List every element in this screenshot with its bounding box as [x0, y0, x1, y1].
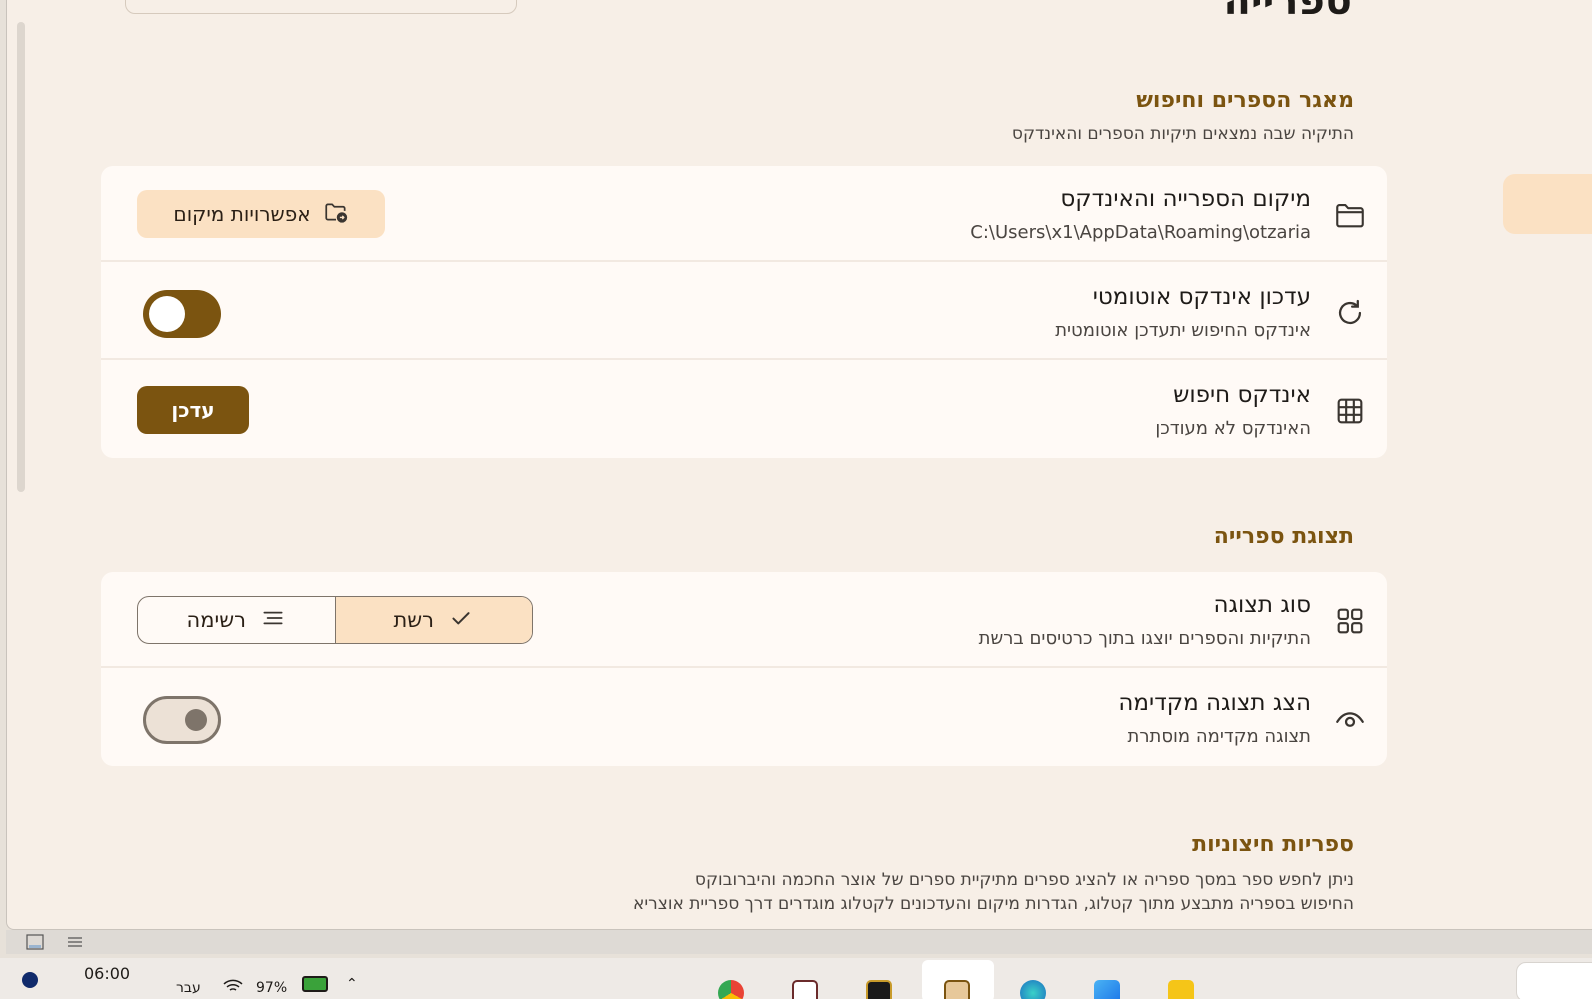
section-subtitle-library: התיקיה שבה נמצאים תיקיות הספרים והאינדקס	[1011, 124, 1354, 144]
setting-row-auto-index: עדכון אינדקס אוטומטי אינדקס החיפוש יתעדכ…	[101, 264, 1387, 360]
view-option-list-label: רשימה	[186, 608, 246, 632]
external-description-line1: ניתן לחפש ספר במסך ספריה או להציג ספרים …	[694, 870, 1354, 890]
library-settings-card: מיקום הספרייה והאינדקס C:\Users\x1\AppDa…	[101, 166, 1387, 458]
wifi-icon[interactable]	[222, 976, 244, 994]
update-index-button[interactable]: עדכן	[137, 386, 249, 434]
page-title: ספרייה	[1223, 0, 1352, 24]
user-avatar-icon[interactable]	[22, 972, 38, 988]
section-title-library: מאגר הספרים וחיפוש	[1136, 88, 1354, 113]
setting-subtitle: תצוגה מקדימה מוסתרת	[1127, 726, 1312, 747]
setting-row-location: מיקום הספרייה והאינדקס C:\Users\x1\AppDa…	[101, 166, 1387, 262]
list-icon	[260, 605, 286, 636]
view-option-grid[interactable]: רשת	[334, 597, 532, 643]
app-window: ספרייה מאגר הספרים וחיפוש התיקיה שבה נמצ…	[6, 0, 1592, 930]
scrollbar[interactable]	[17, 22, 25, 492]
folder-icon	[1333, 198, 1367, 232]
check-icon	[448, 605, 474, 636]
chrome-icon[interactable]	[718, 980, 744, 999]
location-options-label: אפשרויות מיקום	[173, 202, 311, 226]
app-icon-blue[interactable]	[1094, 980, 1120, 999]
setting-title: הצג תצוגה מקדימה	[1118, 690, 1311, 716]
refresh-icon	[1333, 296, 1367, 330]
toggle-knob	[185, 709, 207, 731]
toggle-knob	[149, 296, 185, 332]
setting-title: אינדקס חיפוש	[1173, 382, 1311, 408]
setting-subtitle: אינדקס החיפוש יתעדכן אוטומטית	[1055, 320, 1311, 341]
section-title-display: תצוגת ספרייה	[1213, 524, 1354, 549]
preview-toggle[interactable]	[143, 696, 221, 744]
battery-percent[interactable]: 97%	[256, 980, 287, 996]
setting-title: עדכון אינדקס אוטומטי	[1092, 284, 1311, 310]
taskbar-widget[interactable]	[1516, 962, 1592, 999]
section-title-external: ספריות חיצוניות	[1192, 832, 1354, 857]
page-view-icon[interactable]	[26, 934, 44, 950]
os-taskbar: 06:00 עבר 97% ⌃	[0, 958, 1592, 999]
otzaria-app-icon[interactable]	[944, 980, 970, 999]
setting-row-preview: הצג תצוגה מקדימה תצוגה מקדימה מוסתרת	[101, 670, 1387, 766]
setting-subtitle: התיקיות והספרים יוצגו בתוך כרטיסים ברשת	[978, 628, 1311, 649]
location-options-button[interactable]: אפשרויות מיקום	[137, 190, 385, 238]
auto-index-toggle[interactable]	[143, 290, 221, 338]
view-option-grid-label: רשת	[393, 608, 435, 632]
library-app-icon[interactable]	[866, 980, 892, 999]
edge-icon[interactable]	[1020, 980, 1046, 999]
chevron-up-icon[interactable]: ⌃	[346, 976, 358, 992]
view-option-list[interactable]: רשימה	[138, 597, 335, 643]
folder-settings-icon	[323, 199, 349, 230]
library-path: C:\Users\x1\AppData\Roaming\otzaria	[970, 222, 1311, 243]
view-type-segmented-control: רשימה רשת	[137, 596, 533, 644]
grid-view-icon	[1333, 604, 1367, 638]
setting-row-search-index: אינדקס חיפוש האינדקס לא מעודכן עדכן	[101, 362, 1387, 458]
language-indicator[interactable]: עבר	[176, 980, 201, 996]
setting-title: סוג תצוגה	[1213, 592, 1311, 618]
nav-rail-selected-item[interactable]	[1503, 174, 1592, 234]
external-description-line2: החיפוש בספריה מתבצע מתוך קטלוג, הגדרות מ…	[632, 894, 1354, 914]
battery-icon[interactable]	[302, 976, 328, 992]
setting-subtitle: האינדקס לא מעודכן	[1155, 418, 1311, 439]
grid-table-icon	[1333, 394, 1367, 428]
setting-row-view-type: סוג תצוגה התיקיות והספרים יוצגו בתוך כרט…	[101, 572, 1387, 668]
eye-icon	[1333, 702, 1367, 736]
search-field[interactable]	[125, 0, 517, 14]
display-settings-card: סוג תצוגה התיקיות והספרים יוצגו בתוך כרט…	[101, 572, 1387, 766]
setting-title: מיקום הספרייה והאינדקס	[1060, 186, 1311, 212]
lines-view-icon[interactable]	[66, 934, 84, 950]
clock-time[interactable]: 06:00	[84, 964, 130, 983]
book-app-icon[interactable]	[792, 980, 818, 999]
window-status-bar	[6, 930, 1592, 954]
file-explorer-icon[interactable]	[1168, 980, 1194, 999]
